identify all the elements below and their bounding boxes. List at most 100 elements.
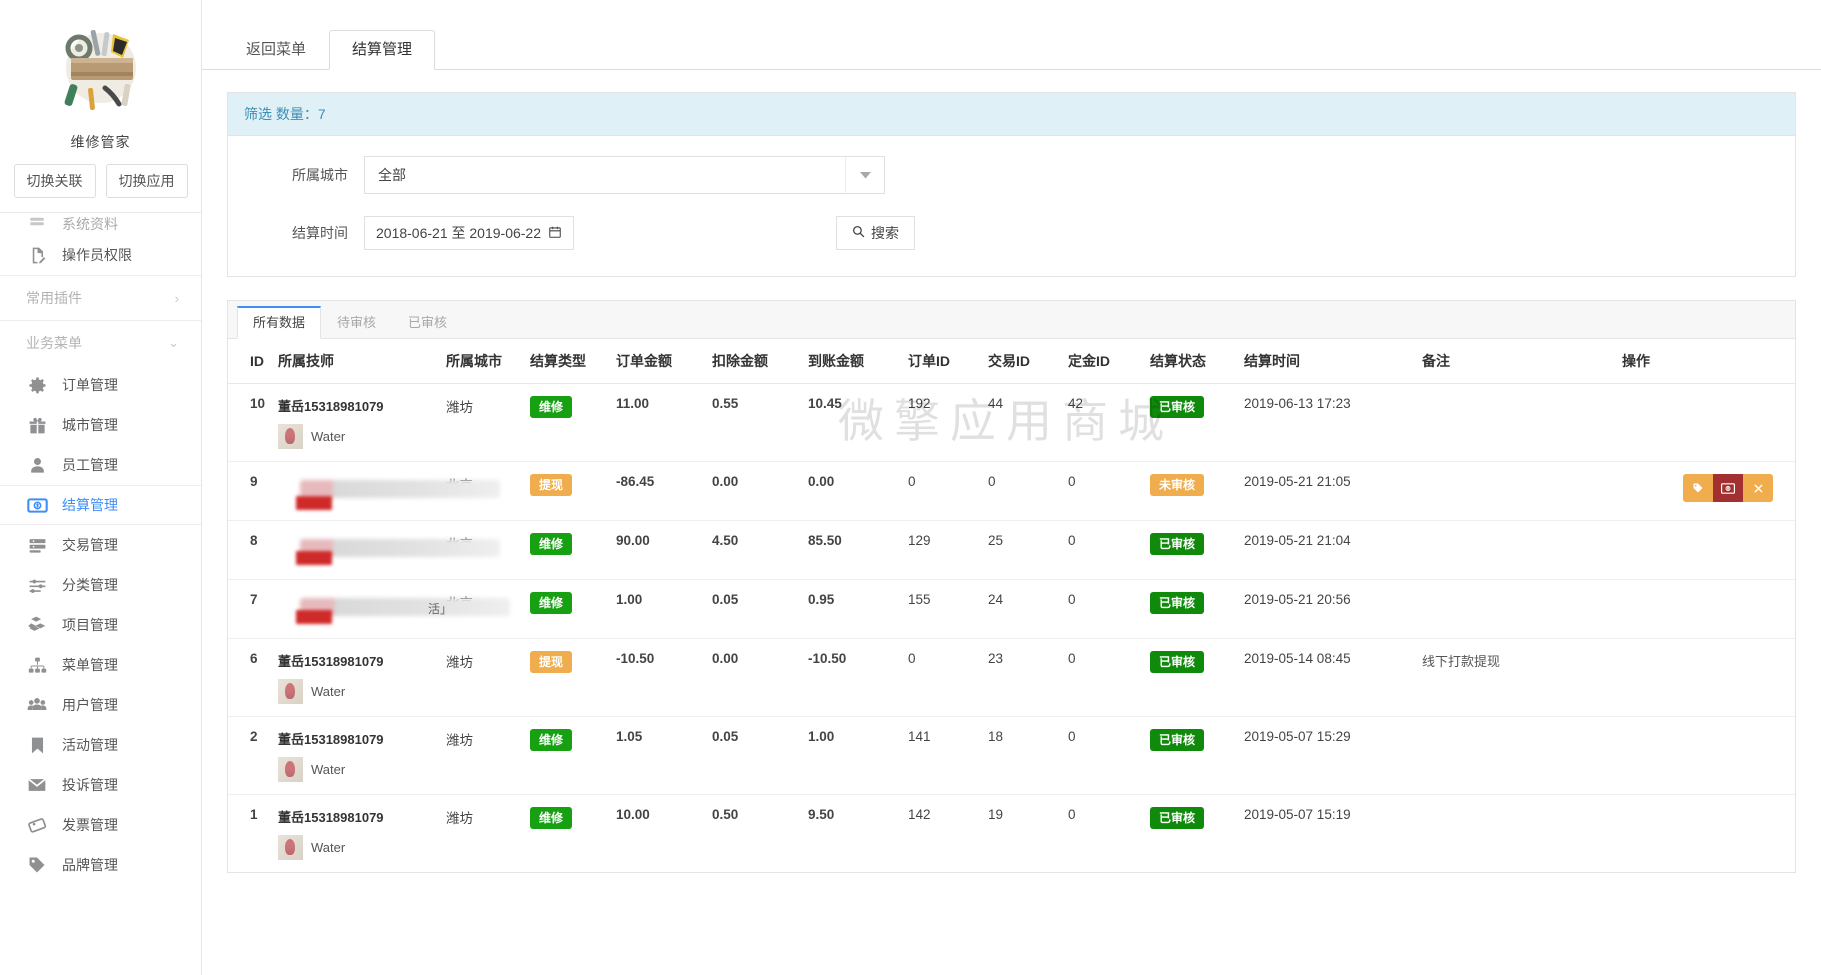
cell-deposit-id: 0 bbox=[1068, 807, 1076, 822]
cell-type: 维修 bbox=[524, 795, 610, 873]
tab-settlement-management[interactable]: 结算管理 bbox=[329, 30, 436, 70]
cell-order-id: 129 bbox=[902, 520, 982, 580]
sidebar-item-label: 品牌管理 bbox=[62, 857, 118, 873]
cell-note bbox=[1416, 716, 1616, 795]
delete-button[interactable] bbox=[1743, 474, 1773, 502]
status-badge: 已审核 bbox=[1150, 807, 1205, 829]
sidebar-item-employee[interactable]: 员工管理 bbox=[0, 445, 201, 485]
cell-status: 已审核 bbox=[1144, 520, 1238, 580]
cell-deduct-amount: 0.55 bbox=[706, 383, 802, 462]
sidebar-item-label: 员工管理 bbox=[62, 457, 118, 473]
table-row[interactable]: 6 董岳15318981079 Water 潍坊 提现 -10.50 0.00 -10.50 0… bbox=[228, 638, 1795, 717]
sidebar-group-plugins[interactable]: 常用插件 › bbox=[0, 276, 201, 320]
database-icon bbox=[26, 214, 48, 234]
cell-status: 已审核 bbox=[1144, 579, 1238, 639]
sidebar-item-user[interactable]: 用户管理 bbox=[0, 685, 201, 725]
table-row[interactable]: 1 董岳15318981079 Water 潍坊 维修 10.00 0.50 9.50 142 1… bbox=[228, 795, 1795, 873]
search-button[interactable]: 搜索 bbox=[836, 216, 916, 250]
col-technician: 所属技师 bbox=[272, 339, 440, 384]
sidebar-item-menu[interactable]: 菜单管理 bbox=[0, 645, 201, 685]
cell-order-amount: 1.00 bbox=[610, 579, 706, 639]
sidebar-item-label: 订单管理 bbox=[62, 377, 118, 393]
table-tab-pending[interactable]: 待审核 bbox=[321, 306, 392, 339]
sidebar-item-transaction[interactable]: 交易管理 bbox=[0, 525, 201, 565]
cell-operations bbox=[1616, 638, 1795, 717]
chevron-down-icon bbox=[845, 157, 884, 193]
sidebar-item-label: 发票管理 bbox=[62, 817, 118, 833]
technician-sub: Water bbox=[278, 757, 434, 782]
settlement-table-card: 所有数据 待审核 已审核 ID 所属技师 所属城市 结算类型 订单金额 扣除金额 bbox=[227, 300, 1796, 873]
status-badge: 未审核 bbox=[1150, 474, 1205, 496]
edit-button[interactable] bbox=[1683, 474, 1713, 502]
col-trade-id: 交易ID bbox=[982, 339, 1062, 384]
table-tab-approved[interactable]: 已审核 bbox=[392, 306, 463, 339]
sidebar-item-activity[interactable]: 活动管理 bbox=[0, 725, 201, 765]
cell-operations bbox=[1616, 579, 1795, 639]
sidebar-item-project[interactable]: 项目管理 bbox=[0, 605, 201, 645]
sidebar-item-label: 投诉管理 bbox=[62, 777, 118, 793]
switch-app-button[interactable]: 切换应用 bbox=[105, 164, 188, 198]
col-received-amount: 到账金额 bbox=[802, 339, 902, 384]
sidebar: 维修管家 切换关联 切换应用 系统资料 操作员权限 常用插件 › 业务菜单 ⌄ … bbox=[0, 0, 202, 975]
table-row[interactable]: 9北京提现-86.450.000.00000未审核2019-05-21 21:0… bbox=[228, 461, 1795, 521]
table-row[interactable]: 10 董岳15318981079 Water 潍坊 维修 11.00 0.55 10.45 19… bbox=[228, 383, 1795, 462]
status-badge: 已审核 bbox=[1150, 592, 1205, 614]
cell-deduct-amount: 0.00 bbox=[706, 461, 802, 521]
cell-trade-id: 18 bbox=[982, 716, 1062, 795]
col-deduct-amount: 扣除金额 bbox=[706, 339, 802, 384]
cell-status: 已审核 bbox=[1144, 638, 1238, 717]
table-row[interactable]: 2 董岳15318981079 Water 潍坊 维修 1.05 0.05 1.00 141 18… bbox=[228, 716, 1795, 795]
sidebar-group-business[interactable]: 业务菜单 ⌄ bbox=[0, 321, 201, 365]
cell-technician bbox=[272, 520, 500, 580]
cell-received-amount: 10.45 bbox=[802, 383, 902, 462]
type-badge: 维修 bbox=[530, 396, 573, 418]
cell-operations bbox=[1616, 383, 1795, 462]
cell-settle-time: 2019-05-07 15:19 bbox=[1244, 807, 1351, 822]
sidebar-item-city[interactable]: 城市管理 bbox=[0, 405, 201, 445]
cell-order-id: 141 bbox=[902, 716, 982, 795]
envelope-icon bbox=[26, 774, 48, 796]
time-filter-row: 结算时间 2018-06-21 至 2019-06-22 搜索 bbox=[246, 216, 1777, 250]
col-deposit-id: 定金ID bbox=[1062, 339, 1144, 384]
cell-received-amount: 9.50 bbox=[808, 807, 835, 822]
filter-label: 筛选 数量： bbox=[244, 106, 318, 122]
technician-sub: Water bbox=[278, 835, 434, 860]
sidebar-item-brand[interactable]: 品牌管理 bbox=[0, 845, 201, 885]
cell-order-amount: 11.00 bbox=[610, 383, 706, 462]
table-tab-all[interactable]: 所有数据 bbox=[237, 306, 322, 339]
table-head: ID 所属技师 所属城市 结算类型 订单金额 扣除金额 到账金额 订单ID 交易… bbox=[228, 339, 1795, 384]
cell-received-amount: -10.50 bbox=[802, 638, 902, 717]
status-badge: 已审核 bbox=[1150, 729, 1205, 751]
sidebar-item-order[interactable]: 订单管理 bbox=[0, 365, 201, 405]
sidebar-item-operator-permission[interactable]: 操作员权限 bbox=[0, 235, 201, 275]
cell-deposit-id: 0 bbox=[1062, 638, 1144, 717]
cell-technician: 董岳15318981079 Water bbox=[272, 716, 440, 795]
cell-type: 维修 bbox=[524, 579, 610, 639]
switch-association-button[interactable]: 切换关联 bbox=[13, 164, 96, 198]
sidebar-item-label: 活动管理 bbox=[62, 737, 118, 753]
user-icon bbox=[26, 454, 48, 476]
cell-settle-time: 2019-06-13 17:23 bbox=[1238, 383, 1416, 462]
pay-button[interactable] bbox=[1713, 474, 1743, 502]
settle-time-range-input[interactable]: 2018-06-21 至 2019-06-22 bbox=[364, 216, 575, 250]
sidebar-item-invoice[interactable]: 发票管理 bbox=[0, 805, 201, 845]
avatar bbox=[278, 679, 303, 704]
sidebar-item-complaint[interactable]: 投诉管理 bbox=[0, 765, 201, 805]
cell-technician: 董岳15318981079 Water bbox=[272, 383, 440, 462]
cell-settle-time: 2019-05-07 15:29 bbox=[1238, 716, 1416, 795]
cell-order-id: 142 bbox=[908, 807, 931, 822]
table-row[interactable]: 7活」北京维修1.000.050.95155240已审核2019-05-21 2… bbox=[228, 579, 1795, 639]
settle-time-range-value: 2018-06-21 至 2019-06-22 bbox=[376, 225, 542, 241]
cell-note bbox=[1416, 520, 1616, 580]
sidebar-item-category[interactable]: 分类管理 bbox=[0, 565, 201, 605]
cell-deposit-id: 42 bbox=[1062, 383, 1144, 462]
sidebar-item-settlement[interactable]: 结算管理 bbox=[0, 485, 201, 525]
sidebar-item-system-data[interactable]: 系统资料 bbox=[0, 213, 201, 235]
city-select[interactable]: 全部 bbox=[364, 156, 885, 194]
cell-note bbox=[1416, 383, 1616, 462]
content-area: 筛选 数量：7 所属城市 全部 结算时间 2018-06-21 至 2019-0… bbox=[202, 70, 1821, 873]
technician-sub: Water bbox=[278, 679, 434, 704]
table-row[interactable]: 8北京维修90.004.5085.50129250已审核2019-05-21 2… bbox=[228, 520, 1795, 580]
tab-return-menu[interactable]: 返回菜单 bbox=[223, 30, 329, 70]
bookmark-icon bbox=[26, 734, 48, 756]
